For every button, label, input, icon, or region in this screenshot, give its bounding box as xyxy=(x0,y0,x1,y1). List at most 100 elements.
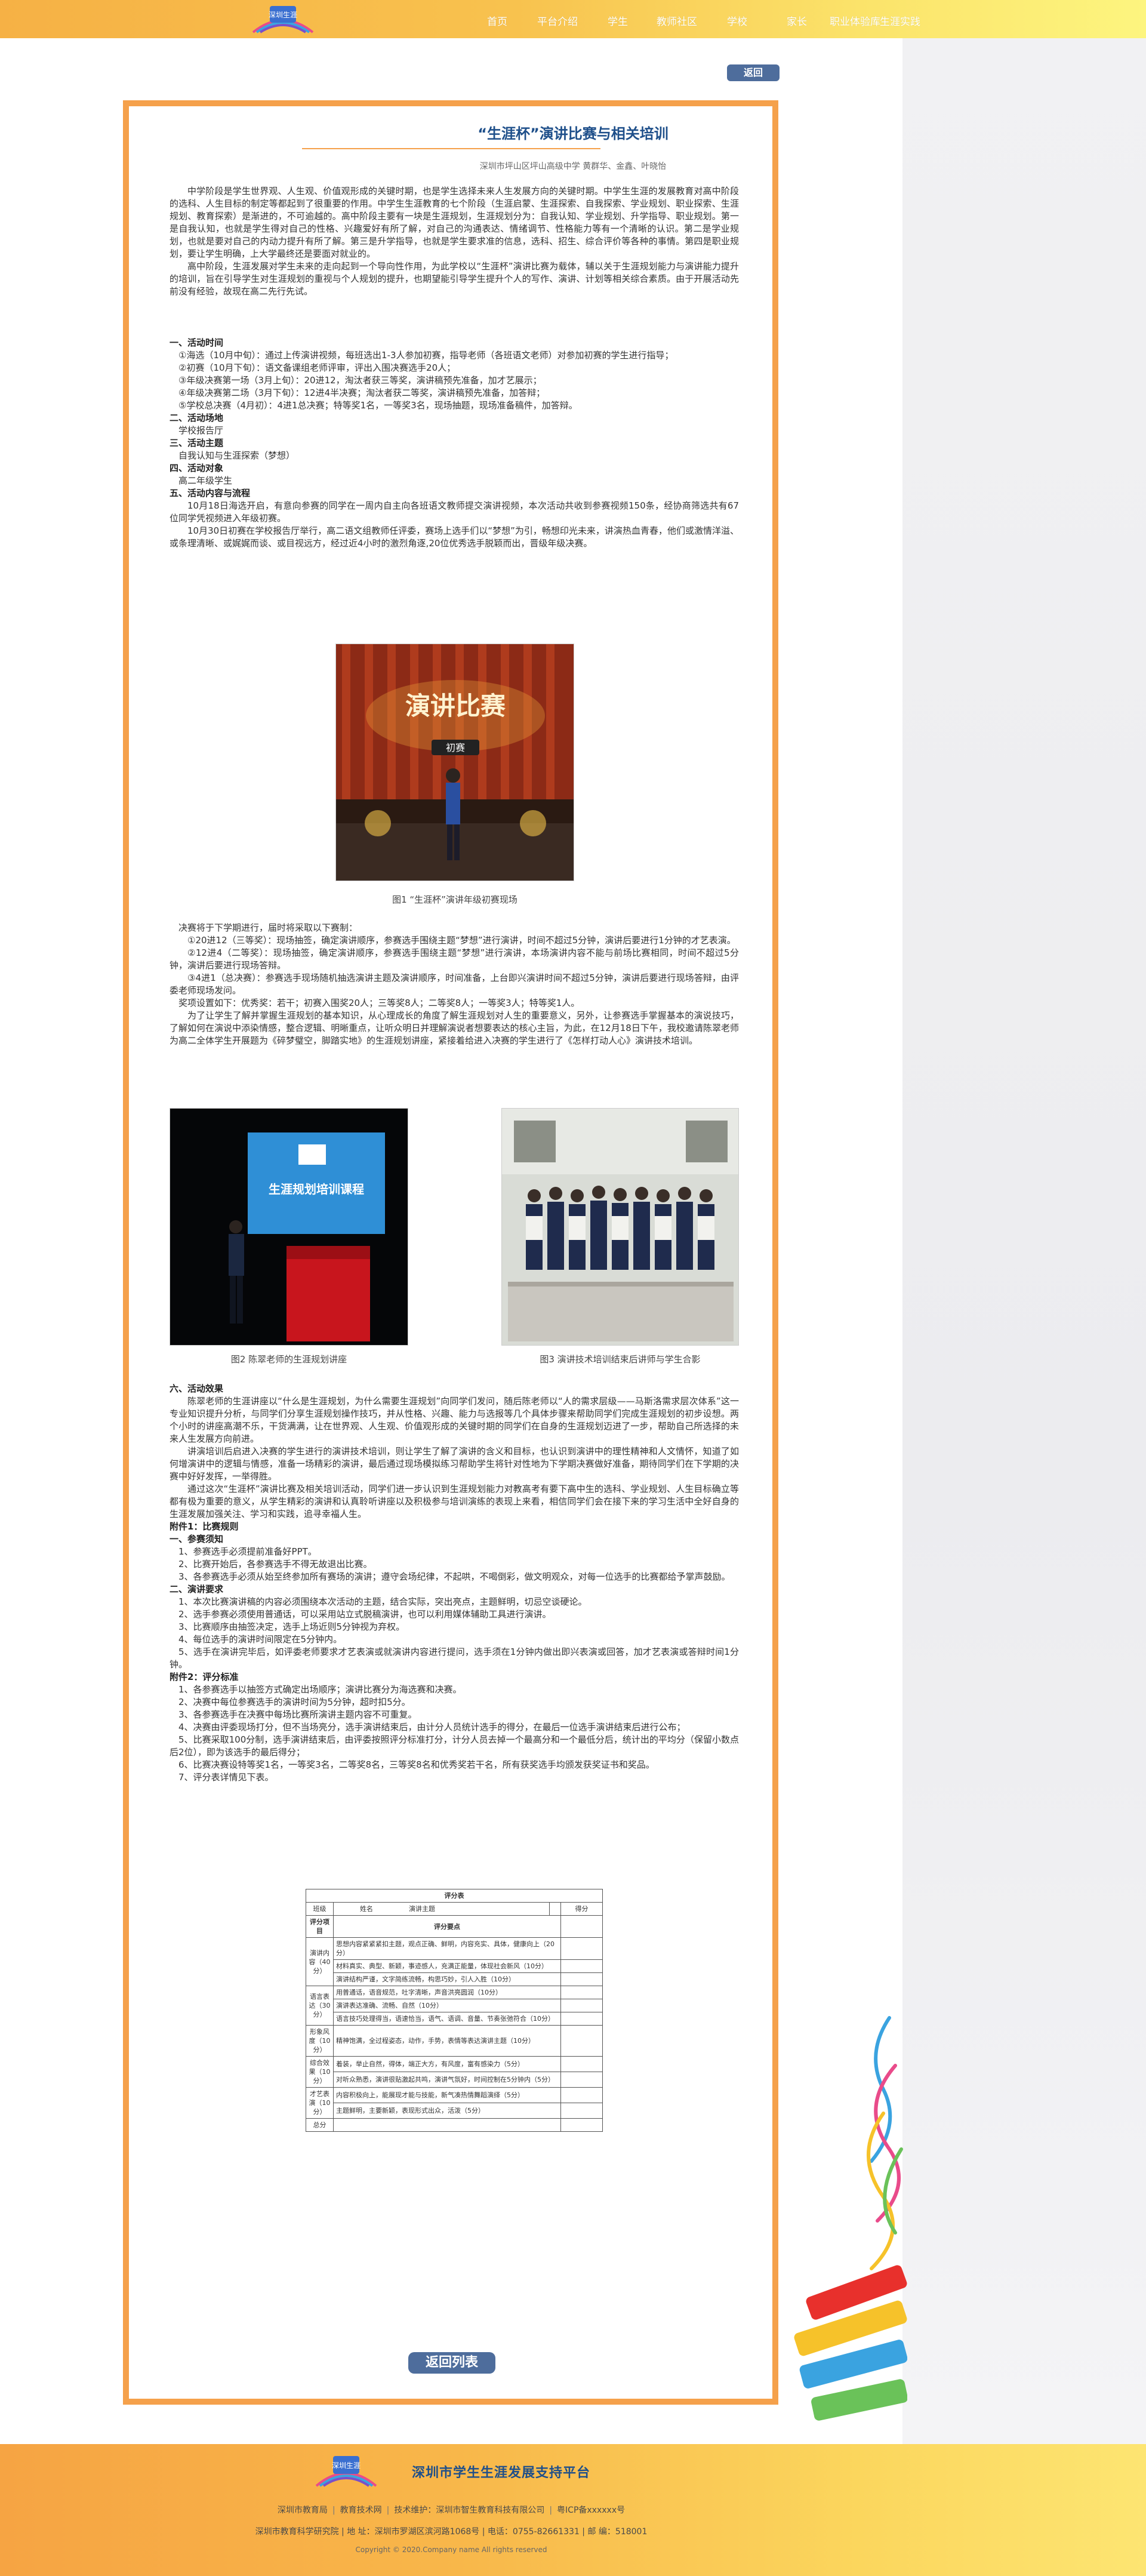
figure-3-photo xyxy=(501,1108,739,1346)
footer-logo-text: 深圳生涯 xyxy=(332,2461,361,2470)
article-section-a: 一、活动时间 ①海选（10月中旬）：通过上传演讲视频，每班选出1-3人参加初赛，指… xyxy=(170,337,739,550)
section-paragraph: ④年级决赛第二场（3月下旬）：12进4半决赛；淘汰者获二等奖，演讲稿预先准备，加… xyxy=(178,387,546,398)
table-point: 主题鲜明，主要新颖，表现形式出众，活泼（5分） xyxy=(333,2103,561,2119)
section-paragraph: 高二年级学生 xyxy=(178,475,233,486)
article-title: “生涯杯”演讲比赛与相关培训 xyxy=(478,125,668,142)
section-paragraph: 讲演培训后启进入决赛的学生进行的演讲技术培训，则让学生了解了演讲的含义和目标，也… xyxy=(170,1446,739,1482)
section-heading: 附件1：比赛规则 xyxy=(170,1521,239,1532)
table-point: 材料真实、典型、新颖，事迹感人，充满正能量，体现社会新风（10分） xyxy=(333,1959,561,1973)
article-section-c: 六、活动效果陈翠老师的生涯讲座以“什么是生涯规划，为什么需要生涯规划”向同学们发… xyxy=(170,1383,739,1784)
section-paragraph: ③4进1（总决赛）：参赛选手现场随机抽选演讲主题及演讲顺序，时间准备，上台即兴演… xyxy=(170,972,739,996)
table-group-name: 演讲内容（40分） xyxy=(306,1937,334,1986)
table-point: 语言技巧处理得当，语速恰当，语气、语调、音量、节奏张弛符合（10分） xyxy=(333,2012,561,2026)
site-logo[interactable]: 深圳生涯 xyxy=(241,2,325,36)
section-paragraph: 5、比赛采取100分制，选手演讲结束后，由评委按照评分标准打分，计分人员去掉一个… xyxy=(170,1734,739,1758)
nav-item-6[interactable]: 家长 xyxy=(787,13,807,28)
table-score-cell xyxy=(560,2025,603,2057)
table-total-blank xyxy=(333,2118,561,2132)
table-row: 对听众熟悉，演讲很贴激起共鸣，演讲气氛好，时间控制在5分钟内（5分） xyxy=(306,2072,603,2088)
back-button[interactable]: 返回 xyxy=(727,64,780,81)
section-paragraph: 10月18日海选开启，有意向参赛的同学在一周内自主向各班语文教师提交演讲视频，本… xyxy=(170,500,739,524)
section-paragraph: ②初赛（10月下旬）：语文备课组老师评审，评出入围决赛选手20人； xyxy=(178,362,456,373)
nav-item-2[interactable]: 平台介绍 xyxy=(537,13,578,28)
nav-item-4[interactable]: 教师社区 xyxy=(657,13,697,28)
figure-2-caption: 图2 陈翠老师的生涯规划讲座 xyxy=(230,1354,347,1365)
table-score-cell xyxy=(560,1937,603,1960)
table-point: 思想内容紧紧紧扣主题，观点正确、鲜明，内容充实、具体，健康向上（20分） xyxy=(333,1937,561,1960)
table-group-name: 才艺表演（10分） xyxy=(306,2087,334,2119)
section-paragraph: ③年级决赛第一场（3月上旬）：20进12，淘汰者获三等奖，演讲稿预先准备，加才艺… xyxy=(178,375,542,386)
footer-copyright: Copyright © 2020.Company name All rights… xyxy=(355,2546,547,2554)
section-paragraph: 陈翠老师的生涯讲座以“什么是生涯规划，为什么需要生涯规划”向同学们发问，随后陈老… xyxy=(170,1396,739,1444)
table-head-name: 姓名 xyxy=(360,1905,373,1913)
section-heading: 三、活动主题 xyxy=(170,438,224,448)
article-byline: 深圳市坪山区坪山高级中学 黄群华、金鑫、叶晓怡 xyxy=(479,162,667,171)
section-heading: 六、活动效果 xyxy=(170,1383,224,1394)
table-head-blank xyxy=(549,1902,561,1916)
nav-item-7[interactable]: 职业体验库 xyxy=(830,13,880,28)
section-paragraph: 3、各参赛选手必须从始至终参加所有赛场的演讲；遵守会场纪律，不起哄，不喝倒彩，做… xyxy=(178,1571,731,1582)
section-paragraph: 2、比赛开始后，各参赛选手不得无故退出比赛。 xyxy=(178,1559,372,1569)
figure-2-photo: 生涯规划培训课程 xyxy=(170,1108,408,1346)
section-heading: 四、活动对象 xyxy=(170,463,224,473)
footer-link-edu-tech[interactable]: 教育技术网 xyxy=(340,2506,382,2515)
section-paragraph: 为了让学生了解并掌握生涯规划的基本知识，从心理成长的角度了解生涯规划对人生的重要… xyxy=(170,1010,739,1046)
footer-link-icp[interactable]: 粤ICP备xxxxxx号 xyxy=(557,2506,625,2515)
table-point: 演讲结构严谨，文字简练流畅，构思巧妙，引人入胜（10分） xyxy=(333,1972,561,1986)
section-paragraph: ⑤学校总决赛（4月初）：4进1总决赛；特等奖1名，一等奖3名，现场抽题，现场准备… xyxy=(178,400,578,411)
table-total-score xyxy=(560,2118,603,2132)
section-heading: 附件2：评分标准 xyxy=(170,1672,239,1682)
table-head-score: 得分 xyxy=(560,1902,603,1916)
table-score-cell xyxy=(560,1999,603,2012)
table-head-middle: 姓名 演讲主题 xyxy=(332,1902,550,1916)
section-heading: 一、活动时间 xyxy=(170,337,224,348)
table-col-item: 评分项目 xyxy=(306,1915,334,1938)
top-navigation-bar: 深圳生涯 首页 平台介绍 学生 教师社区 学校 家长 职业体验库 生涯实践 xyxy=(0,0,1146,38)
section-paragraph: 2、选手参赛必须使用普通话，可以采用站立式脱稿演讲，也可以利用媒体辅助工具进行演… xyxy=(178,1609,552,1620)
footer-link-maintainer[interactable]: 技术维护：深圳市智生教育科技有限公司 xyxy=(394,2506,544,2515)
section-paragraph: 1、本次比赛演讲稿的内容必须围绕本次活动的主题，结合实际，突出亮点，主题鲜明，切… xyxy=(178,1596,587,1607)
table-row: 演讲表达准确、流畅、自然（10分） xyxy=(306,1999,603,2012)
table-head-class: 班级 xyxy=(306,1902,334,1916)
table-score-cell xyxy=(560,2056,603,2072)
site-footer: 深圳生涯 深圳市学生生涯发展支持平台 深圳市教育局 | 教育技术网 | 技术维护：深圳市… xyxy=(0,2444,1146,2576)
table-row: 材料真实、典型、新颖，事迹感人，充满正能量，体现社会新风（10分） xyxy=(306,1959,603,1973)
nav-item-1[interactable]: 首页 xyxy=(487,13,507,28)
section-paragraph: ①20进12（三等奖）：现场抽签，确定演讲顺序，参赛选手围绕主题“梦想”进行演讲… xyxy=(187,935,736,946)
table-row: 主题鲜明，主要新颖，表现形式出众，活泼（5分） xyxy=(306,2103,603,2119)
table-point: 着装，举止自然，得体，端正大方，有风度，富有感染力（5分） xyxy=(333,2056,561,2072)
table-score-cell xyxy=(560,2072,603,2088)
section-paragraph: 10月30日初赛在学校报告厅举行，高二语文组教师任评委，赛场上选手们以“梦想”为… xyxy=(170,525,739,549)
table-col-score xyxy=(560,1915,603,1938)
nav-item-5[interactable]: 学校 xyxy=(727,13,747,28)
section-heading: 二、演讲要求 xyxy=(170,1584,224,1595)
footer-logo: 深圳生涯 xyxy=(304,2452,388,2489)
table-point: 精神饱满，全过程姿态，动作，手势，表情等表达演讲主题（10分） xyxy=(333,2025,561,2057)
footer-org-name: 深圳市学生生涯发展支持平台 xyxy=(412,2466,591,2480)
footer-link-edu-bureau[interactable]: 深圳市教育局 xyxy=(278,2506,328,2515)
fig2-screen-title: 生涯规划培训课程 xyxy=(269,1182,364,1196)
section-paragraph: 3、比赛顺序由抽签决定，选手上场近则5分钟视为弃权。 xyxy=(178,1621,405,1632)
section-paragraph: 4、决赛由评委现场打分，但不当场亮分，选手演讲结束后，由计分人员统计选手的得分，… xyxy=(178,1722,686,1732)
nav-item-8[interactable]: 生涯实践 xyxy=(880,13,920,28)
figure-1-caption: 图1 “生涯杯”演讲年级初赛现场 xyxy=(392,894,517,905)
section-paragraph: ②12进4（二等奖）：现场抽签，确定演讲顺序，参赛选手围绕主题“梦想”进行演讲，… xyxy=(170,947,739,971)
table-score-cell xyxy=(560,2103,603,2119)
section-paragraph: 4、每位选手的演讲时间限定在5分钟内。 xyxy=(178,1634,343,1645)
table-point: 对听众熟悉，演讲很贴激起共鸣，演讲气氛好，时间控制在5分钟内（5分） xyxy=(333,2072,561,2088)
section-paragraph: 决赛将于下学期进行，届时将采取以下赛制： xyxy=(178,922,358,933)
logo-text: 深圳生涯 xyxy=(269,11,297,19)
table-row: 综合效果（10分） 着装，举止自然，得体，端正大方，有风度，富有感染力（5分） xyxy=(306,2056,603,2088)
table-point: 演讲表达准确、流畅、自然（10分） xyxy=(333,1999,561,2012)
score-table: 评分表 班级 姓名 演讲主题 得分 评分项目 评分要点 演讲内容（40分） 思想内容紧紧紧扣主题… xyxy=(306,1889,603,2132)
nav-item-3[interactable]: 学生 xyxy=(608,13,628,28)
section-paragraph: 1、参赛选手必须提前准备好PPT。 xyxy=(178,1546,317,1557)
paperclips-decoration xyxy=(770,1970,908,2448)
figure-3-caption: 图3 演讲技术培训结束后讲师与学生合影 xyxy=(540,1354,701,1365)
section-paragraph: 5、选手在演讲完毕后，如评委老师要求才艺表演或就演讲内容进行提问，选手须在1分钟… xyxy=(170,1646,739,1670)
table-score-cell xyxy=(560,2012,603,2026)
intro-paragraph-2: 高中阶段，生涯发展对学生未来的走向起到一个导向性作用，为此学校以“生涯杯”演讲比… xyxy=(170,261,739,297)
title-divider xyxy=(302,148,600,149)
back-to-list-button[interactable]: 返回列表 xyxy=(408,2352,495,2374)
table-row: 演讲结构严谨，文字简练流畅，构思巧妙，引人入胜（10分） xyxy=(306,1972,603,1986)
